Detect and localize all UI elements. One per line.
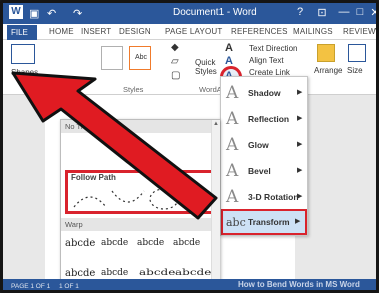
pointer-arrow-annotation — [11, 71, 218, 220]
window: W ▣ ↶ ↷ Document1 - Word ? ⊡ — □ ✕ FILE … — [0, 0, 379, 293]
word-count: 1 OF 1 — [59, 283, 79, 290]
page-count: PAGE 1 OF 1 — [11, 283, 51, 290]
watermark-text: How to Bend Words in MS Word — [238, 280, 360, 289]
red-arrow — [11, 71, 218, 220]
